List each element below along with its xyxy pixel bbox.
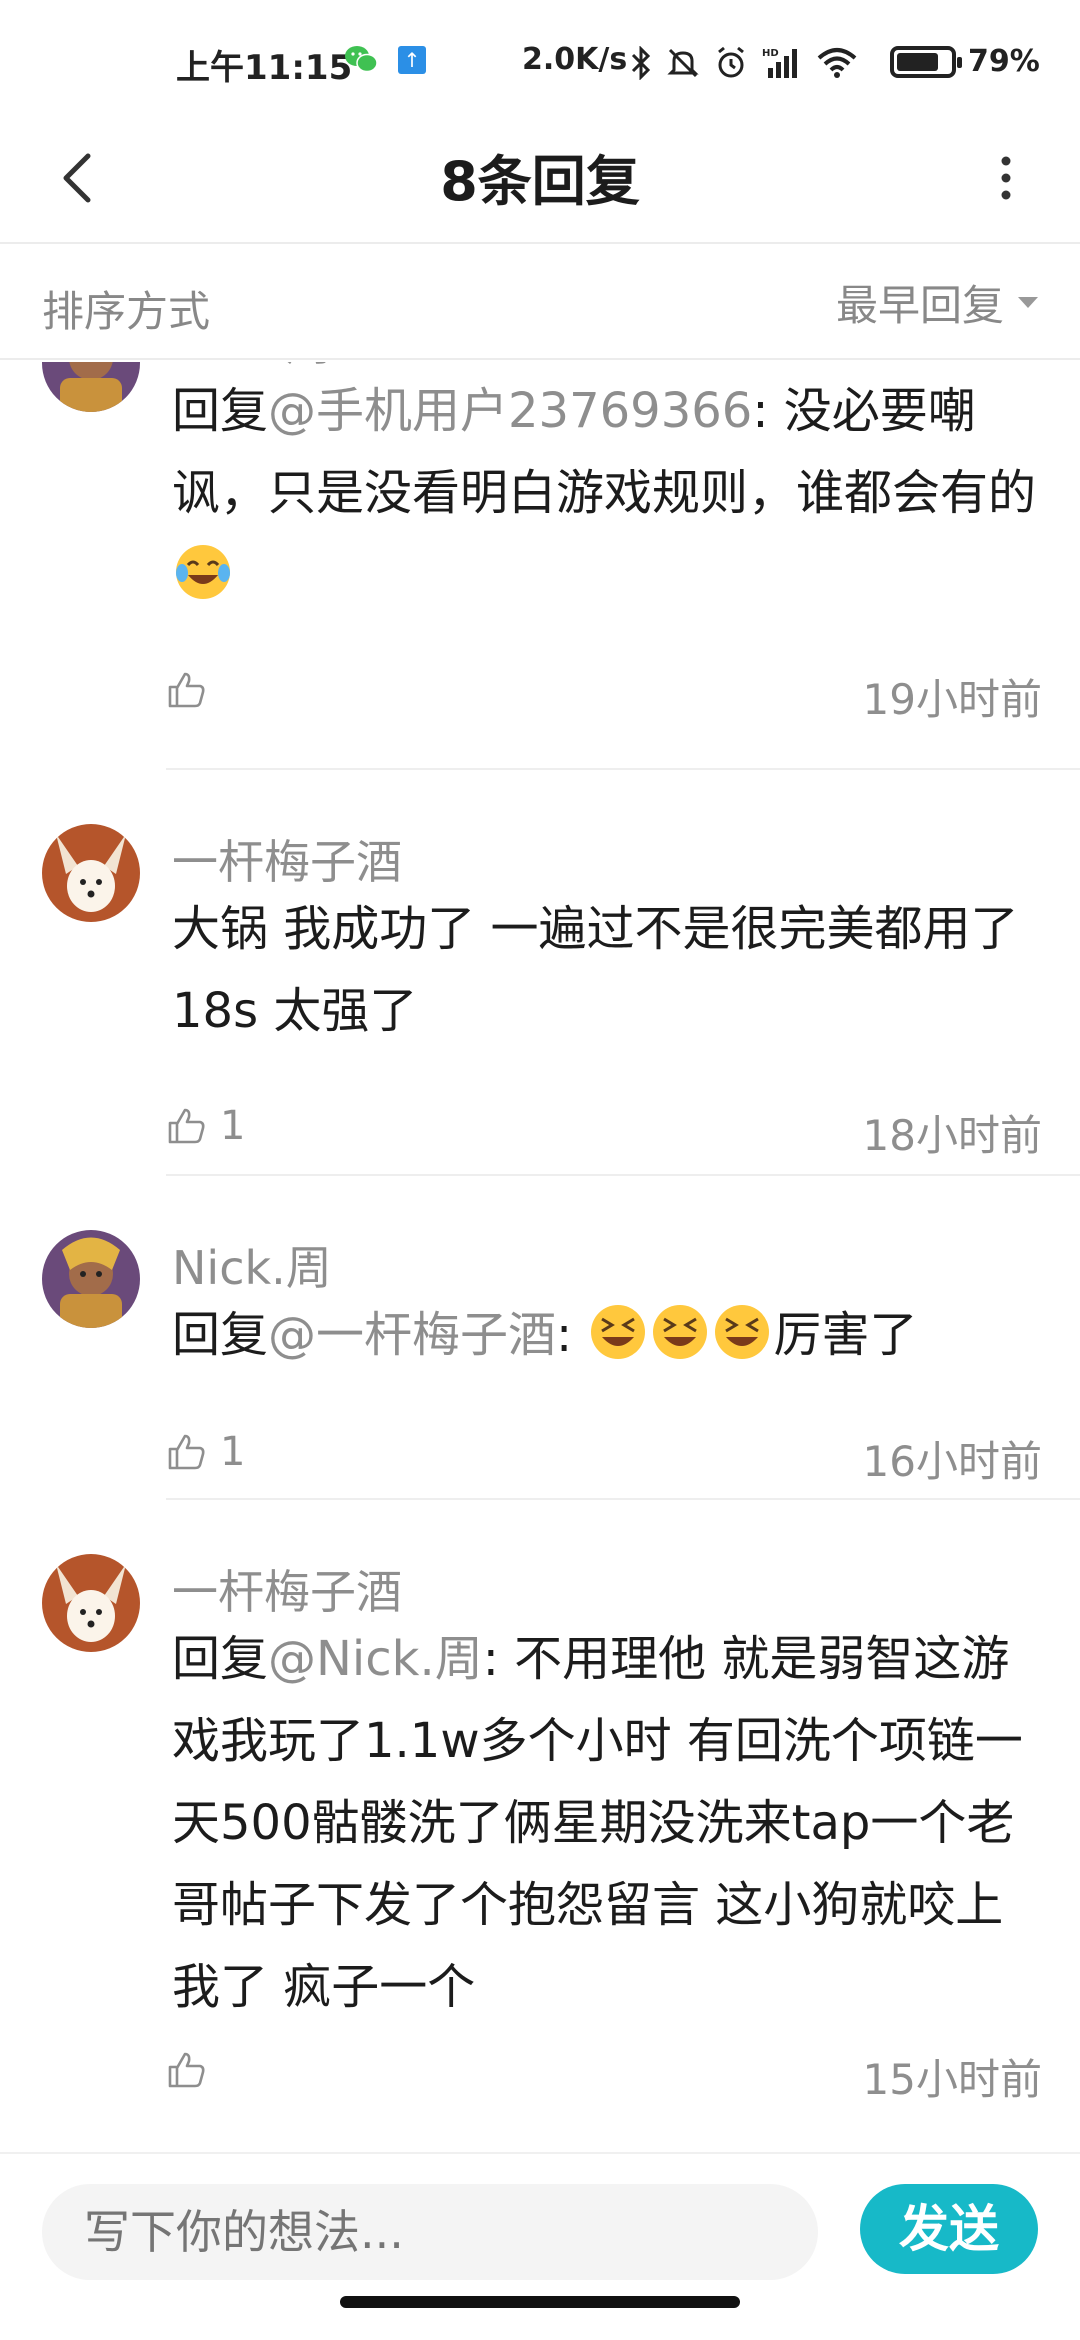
sort-selected-value: 最早回复 [835, 280, 1004, 330]
grinning-squint-emoji [715, 1305, 770, 1359]
grinning-squint-emoji [653, 1305, 708, 1359]
back-button[interactable] [38, 138, 118, 218]
reply-actions: 1 18小时前 [166, 1096, 1042, 1160]
like-button[interactable] [166, 660, 220, 720]
sort-bar: 排序方式 最早回复 [0, 246, 1080, 360]
like-button[interactable]: 1 [166, 1096, 245, 1156]
divider [166, 1498, 1080, 1500]
reply-text: : 不用理他 就是弱智这游戏我玩了1.1w多个小时 有回洗个项链一天500骷髅洗… [172, 1631, 1023, 2015]
reply-actions: 15小时前 [166, 2040, 1042, 2104]
reply-prefix: 回复 [172, 383, 269, 439]
home-indicator[interactable] [340, 2296, 740, 2308]
avatar[interactable] [42, 824, 140, 922]
thumbs-up-icon [168, 672, 205, 708]
reply-prefix: 回复 [172, 1307, 269, 1363]
status-time: 上午11:15 [176, 48, 353, 88]
like-button[interactable]: 1 [166, 1422, 245, 1482]
reply-time: 15小时前 [862, 2055, 1042, 2104]
divider [166, 1174, 1080, 1176]
battery-icon [890, 46, 962, 78]
reply-text: : [556, 1307, 588, 1363]
divider [166, 768, 1080, 770]
alarm-icon [718, 46, 744, 78]
bluetooth-icon [631, 46, 651, 80]
reply-text-after: 厉害了 [773, 1307, 918, 1363]
thumbs-up-icon [168, 1108, 205, 1144]
wechat-icon [344, 44, 378, 74]
battery-level-fill [897, 53, 938, 71]
mention-link[interactable]: @手机用户23769366 [268, 383, 752, 439]
thumbs-up-icon [168, 1434, 205, 1470]
status-icons: HD [630, 38, 872, 88]
avatar[interactable] [42, 1554, 140, 1652]
mention-link[interactable]: @一杆梅子酒 [268, 1307, 556, 1363]
chevron-left-icon [63, 153, 91, 203]
send-button[interactable]: 发送 [860, 2184, 1038, 2274]
reply-actions: 19小时前 [166, 660, 1042, 724]
reply-list[interactable]: Nick.周 回复@手机用户23769366: 没必要嘲讽，只是没看明白游戏规则… [0, 362, 1080, 2152]
avatar[interactable] [42, 1230, 140, 1328]
reply-prefix: 回复 [172, 1631, 269, 1687]
battery-percentage: 79% [968, 44, 1040, 79]
tears-of-joy-emoji [176, 545, 230, 599]
reply-content: 回复@一杆梅子酒: 厉害了 [172, 1294, 1042, 1376]
reply-time: 18小时前 [862, 1111, 1042, 1160]
reply-time: 19小时前 [862, 675, 1042, 724]
status-bar: 上午11:15 ↑ 2.0K/s HD 79% [0, 0, 1080, 120]
reply-time: 16小时前 [862, 1437, 1042, 1486]
caret-down-icon [1018, 296, 1038, 308]
username[interactable]: 一杆梅子酒 [172, 1556, 402, 1622]
more-vertical-icon [1001, 156, 1011, 200]
reply-content: 大锅 我成功了 一遍过不是很完美都用了18s 太强了 [172, 901, 1019, 1039]
more-options-button[interactable] [976, 138, 1036, 218]
wifi-icon [817, 48, 857, 78]
reply-input[interactable] [42, 2184, 818, 2280]
page-title: 8条回复 [440, 150, 640, 213]
title-bar: 8条回复 [0, 120, 1080, 244]
signal-icon: HD [762, 48, 797, 78]
avatar[interactable] [42, 362, 140, 412]
reply-content: 回复@手机用户23769366: 没必要嘲讽，只是没看明白游戏规则，谁都会有的 [172, 370, 1042, 616]
reply-content: 回复@Nick.周: 不用理他 就是弱智这游戏我玩了1.1w多个小时 有回洗个项… [172, 1618, 1042, 2028]
like-button[interactable] [166, 2040, 220, 2100]
grinning-squint-emoji [591, 1305, 646, 1359]
upload-icon: ↑ [398, 46, 426, 74]
like-count: 1 [220, 1103, 246, 1149]
network-speed: 2.0K/s [522, 42, 628, 77]
sort-label: 排序方式 [42, 287, 211, 336]
thumbs-up-icon [168, 2052, 205, 2088]
username[interactable]: 一杆梅子酒 [172, 826, 402, 892]
mute-icon [667, 48, 699, 78]
svg-text:HD: HD [762, 48, 779, 59]
like-count: 1 [220, 1429, 246, 1475]
sort-dropdown[interactable]: 最早回复 [836, 274, 1038, 330]
username[interactable]: Nick.周 [172, 1232, 332, 1298]
mention-link[interactable]: @Nick.周 [268, 1631, 483, 1687]
reply-composer: 发送 [0, 2152, 1080, 2340]
reply-actions: 1 16小时前 [166, 1422, 1042, 1486]
